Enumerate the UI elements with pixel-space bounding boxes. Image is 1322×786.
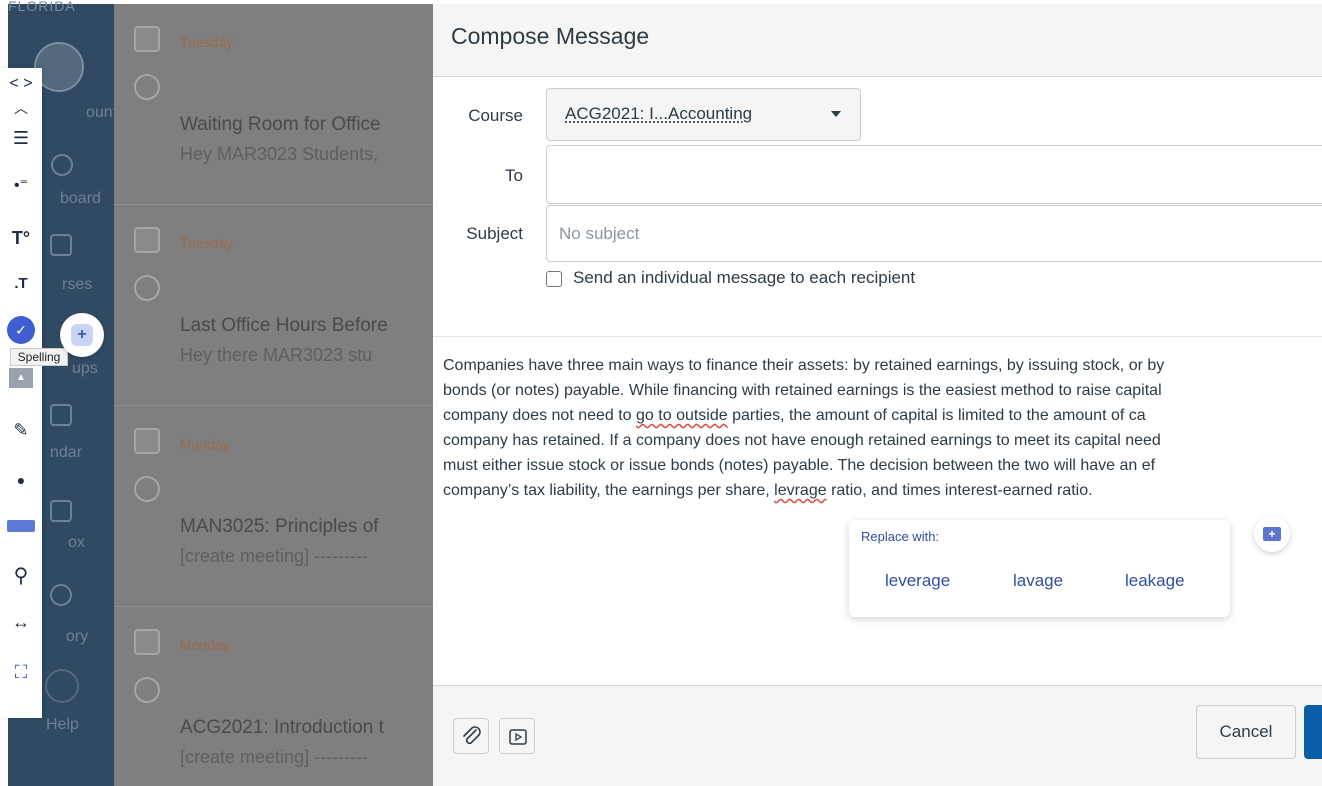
nav-label-groups[interactable]: ups <box>72 360 98 378</box>
logo-text: FLORIDA <box>8 0 76 14</box>
misspelled-word[interactable]: levrage <box>774 482 826 499</box>
message-list: Tuesday Waiting Room for Office Hey MAR3… <box>114 4 434 786</box>
spelling-suggestion[interactable]: leverage <box>885 571 950 591</box>
compose-dialog: Compose Message Course ACG2021: I...Acco… <box>433 4 1322 786</box>
dashboard-icon <box>51 154 73 176</box>
to-input[interactable] <box>546 145 1322 204</box>
individual-message-checkbox[interactable] <box>546 271 562 287</box>
message-body[interactable]: Companies have three main ways to financ… <box>443 353 1322 523</box>
message-date: Monday <box>180 637 230 653</box>
message-preview: [create meeting] --------- <box>180 546 369 566</box>
nav-label-calendar[interactable]: ndar <box>50 444 82 462</box>
history-icon <box>50 584 72 606</box>
highlight-bar-icon[interactable] <box>7 520 35 532</box>
message-unread-toggle[interactable] <box>134 275 160 301</box>
search-icon[interactable]: ⚲ <box>7 562 35 590</box>
nav-label-help[interactable]: Help <box>46 716 79 734</box>
text-size-up-icon[interactable]: T° <box>7 224 35 252</box>
to-label: To <box>505 166 523 185</box>
attach-file-button[interactable] <box>453 718 489 754</box>
cancel-button[interactable]: Cancel <box>1196 705 1296 759</box>
message-title: MAN3025: Principles of <box>180 516 379 537</box>
list-item[interactable]: Tuesday Last Office Hours Before Hey the… <box>114 205 434 406</box>
nav-label-account[interactable]: ount <box>86 104 117 122</box>
message-date: Monday <box>180 436 230 452</box>
body-line: bonds (or notes) payable. While financin… <box>443 382 1162 399</box>
send-button[interactable] <box>1304 705 1322 759</box>
spelling-check-icon[interactable]: ✓ <box>7 316 35 344</box>
body-line: Companies have three main ways to financ… <box>443 357 1165 374</box>
text-spacing-icon[interactable]: ↔ <box>7 608 35 636</box>
chevron-up-icon[interactable]: ︿ <box>7 94 35 122</box>
message-checkbox[interactable] <box>134 227 160 253</box>
body-line: company does not need to go to outside p… <box>443 403 1322 428</box>
body-line: company’s tax liability, the earnings pe… <box>443 478 1322 503</box>
nav-label-history[interactable]: ory <box>66 628 88 646</box>
edit-icon[interactable]: ✎ <box>7 416 35 444</box>
nav-label-inbox[interactable]: ox <box>68 534 85 552</box>
plus-icon: + <box>71 324 93 346</box>
message-checkbox[interactable] <box>134 629 160 655</box>
record-media-button[interactable] <box>499 718 535 754</box>
message-date: Tuesday <box>180 34 234 50</box>
message-checkbox[interactable] <box>134 428 160 454</box>
message-title: Waiting Room for Office <box>180 114 381 135</box>
courses-icon <box>50 234 72 256</box>
compose-footer: Cancel <box>433 685 1322 786</box>
folder-plus-icon: + <box>1263 527 1281 541</box>
text-size-down-icon[interactable]: .T <box>7 270 35 298</box>
caret-down-icon <box>831 111 841 117</box>
message-title: Last Office Hours Before <box>180 315 388 336</box>
add-button[interactable]: + <box>60 313 104 357</box>
spelling-popup-title: Replace with: <box>861 529 940 544</box>
accessibility-toolbar: < > ︿ ☰ •⁼ T° .T ✓ ▲ ✎ ● ⚲ ↔ ⛶ <box>0 68 42 718</box>
message-unread-toggle[interactable] <box>134 677 160 703</box>
spelling-suggestion-popup: Replace with: leverage lavage leakage <box>849 520 1230 617</box>
body-text: company’s tax liability, the earnings pe… <box>443 482 775 499</box>
image-icon[interactable]: ▲ <box>9 368 33 388</box>
message-date: Tuesday <box>180 235 234 251</box>
list-icon[interactable]: ☰ <box>7 124 35 152</box>
screen-mask-icon[interactable]: ⛶ <box>7 658 35 686</box>
inbox-icon <box>50 500 72 522</box>
add-folder-button[interactable]: + <box>1254 516 1290 552</box>
list-item[interactable]: Monday MAN3025: Principles of [create me… <box>114 406 434 607</box>
message-title: ACG2021: Introduction t <box>180 717 384 738</box>
body-text: ratio, and times interest-earned ratio. <box>826 482 1093 499</box>
media-icon <box>509 729 527 745</box>
individual-message-label: Send an individual message to each recip… <box>573 268 916 287</box>
toggle-dots-icon[interactable]: •⁼ <box>7 172 35 200</box>
list-item[interactable]: Monday ACG2021: Introduction t [create m… <box>114 607 434 786</box>
course-select[interactable]: ACG2021: I...Accounting <box>546 88 861 141</box>
subject-input[interactable] <box>546 205 1322 262</box>
body-line: must either issue stock or issue bonds (… <box>443 457 1156 474</box>
spelling-tooltip: Spelling <box>10 348 68 366</box>
misspelled-word[interactable]: go to outside <box>636 407 728 424</box>
body-line: company has retained. If a company does … <box>443 432 1161 449</box>
compose-title: Compose Message <box>451 23 650 49</box>
calendar-icon <box>50 404 72 426</box>
list-item[interactable]: Tuesday Waiting Room for Office Hey MAR3… <box>114 4 434 205</box>
message-preview: [create meeting] --------- <box>180 747 369 767</box>
body-text: parties, the amount of capital is limite… <box>727 407 1146 424</box>
message-unread-toggle[interactable] <box>134 74 160 100</box>
paperclip-icon <box>463 726 481 745</box>
body-text: company does not need to <box>443 407 637 424</box>
spelling-suggestion[interactable]: leakage <box>1125 571 1185 591</box>
compose-header: Compose Message <box>433 4 1322 77</box>
message-unread-toggle[interactable] <box>134 476 160 502</box>
subject-label: Subject <box>466 224 523 243</box>
spelling-suggestion[interactable]: lavage <box>1013 571 1063 591</box>
course-select-value: ACG2021: I...Accounting <box>565 104 753 123</box>
message-checkbox[interactable] <box>134 26 160 52</box>
message-preview: Hey there MAR3023 stu <box>180 345 373 365</box>
nav-label-dashboard[interactable]: board <box>60 190 101 208</box>
message-preview: Hey MAR3023 Students, <box>180 144 379 164</box>
play-icon[interactable]: ● <box>7 466 35 494</box>
course-label: Course <box>468 106 523 125</box>
help-icon <box>45 669 79 703</box>
nav-label-courses[interactable]: rses <box>62 276 92 294</box>
divider <box>433 336 1322 337</box>
